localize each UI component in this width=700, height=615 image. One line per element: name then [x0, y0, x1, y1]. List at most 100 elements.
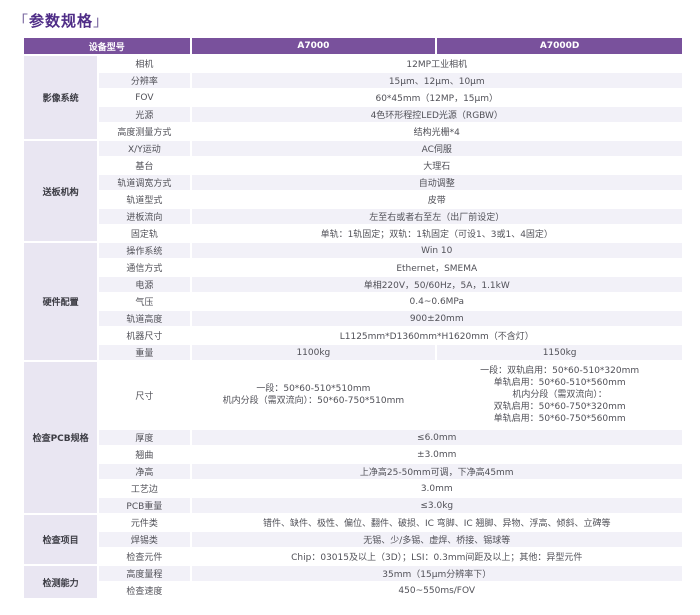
param-label: 轨道型式: [99, 192, 189, 207]
param-value: 左至右或者右至左（出厂前设定）: [192, 209, 683, 224]
table-row: 翘曲 ±3.0mm: [24, 447, 682, 462]
table-row: FOV 60*45mm（12MP，15μm）: [24, 90, 682, 105]
param-value: ≤6.0mm: [192, 430, 683, 445]
param-label: 电源: [99, 277, 189, 292]
param-value: 900±20mm: [192, 311, 683, 326]
value-line: 一段：50*60-510*510mm: [196, 383, 432, 395]
section-label-detection-capability: 检测能力: [24, 566, 97, 598]
param-value-a7000: 1100kg: [192, 345, 436, 360]
param-label: X/Y运动: [99, 141, 189, 156]
param-label: 通信方式: [99, 260, 189, 275]
section-label-inspection-pcb-spec: 检查PCB规格: [24, 362, 97, 513]
param-label: 光源: [99, 107, 189, 122]
table-row: 检查速度 450~550ms/FOV: [24, 583, 682, 598]
param-value: 12MP工业相机: [192, 56, 683, 71]
param-label: 高度量程: [99, 566, 189, 581]
title-bracket-close: 」: [93, 12, 109, 30]
param-value: L1125mm*D1360mm*H1620mm（不含灯）: [192, 328, 683, 343]
table-row: 基台 大理石: [24, 158, 682, 173]
param-value: 皮带: [192, 192, 683, 207]
section-label-inspection-items: 检查项目: [24, 515, 97, 564]
section-label-imaging-system: 影像系统: [24, 56, 97, 139]
value-line: 单轨启用：50*60-750*560mm: [441, 413, 678, 425]
table-row: 净高 上净高25-50mm可调，下净高45mm: [24, 464, 682, 479]
param-value-a7000d: 一段：双轨启用：50*60-510*320mm 单轨启用：50*60-510*5…: [437, 362, 682, 428]
param-label: FOV: [99, 90, 189, 105]
table-row: 硬件配置 操作系统 Win 10: [24, 243, 682, 258]
param-value: ≤3.0kg: [192, 498, 683, 513]
param-label: 元件类: [99, 515, 189, 530]
param-value: 35mm（15μm分辨率下）: [192, 566, 683, 581]
table-row: 检查元件 Chip：03015及以上（3D）；LSI：0.3mm间距及以上；其他…: [24, 549, 682, 564]
param-label: 检查元件: [99, 549, 189, 564]
param-label: 尺寸: [99, 362, 189, 428]
table-row: 轨道调宽方式 自动调整: [24, 175, 682, 190]
param-label: 固定轨: [99, 226, 189, 241]
table-row: 机器尺寸 L1125mm*D1360mm*H1620mm（不含灯）: [24, 328, 682, 343]
param-label: 重量: [99, 345, 189, 360]
param-label: 进板流向: [99, 209, 189, 224]
value-line: 机内分段（需双流向）：50*60-750*510mm: [196, 395, 432, 407]
table-row: 气压 0.4~0.6MPa: [24, 294, 682, 309]
spec-table: 设备型号 A7000 A7000D 影像系统 相机 12MP工业相机 分辨率 1…: [22, 36, 684, 600]
table-row: 高度测量方式 结构光栅*4: [24, 124, 682, 139]
table-row: 检查项目 元件类 错件、缺件、极性、偏位、翻件、破损、IC 弯脚、IC 翘脚、异…: [24, 515, 682, 530]
param-label: 分辨率: [99, 73, 189, 88]
table-row: 工艺边 3.0mm: [24, 481, 682, 496]
param-value: 450~550ms/FOV: [192, 583, 683, 598]
table-row: 通信方式 Ethernet，SMEMA: [24, 260, 682, 275]
page-title: 「参数规格」: [13, 10, 700, 32]
spec-page: 「参数规格」 设备型号 A7000 A7000D 影像系统 相机 12MP工业相…: [0, 10, 700, 600]
table-header-row: 设备型号 A7000 A7000D: [24, 38, 682, 54]
param-value: 4色环形程控LED光源（RGBW）: [192, 107, 683, 122]
param-value: 结构光栅*4: [192, 124, 683, 139]
table-row: 轨道高度 900±20mm: [24, 311, 682, 326]
param-value: 自动调整: [192, 175, 683, 190]
table-row: PCB重量 ≤3.0kg: [24, 498, 682, 513]
table-row: 厚度 ≤6.0mm: [24, 430, 682, 445]
param-label: 厚度: [99, 430, 189, 445]
table-row: 进板流向 左至右或者右至左（出厂前设定）: [24, 209, 682, 224]
header-a7000d: A7000D: [437, 38, 682, 54]
param-label: 焊锡类: [99, 532, 189, 547]
table-row: 焊锡类 无锡、少/多锡、虚焊、桥接、锡球等: [24, 532, 682, 547]
param-label: 机器尺寸: [99, 328, 189, 343]
value-line: 机内分段（需双流向）：: [441, 389, 678, 401]
param-value: 单轨：1轨固定；双轨：1轨固定（可设1、3或1、4固定）: [192, 226, 683, 241]
param-label: 翘曲: [99, 447, 189, 462]
param-label: 高度测量方式: [99, 124, 189, 139]
table-row: 分辨率 15μm、12μm、10μm: [24, 73, 682, 88]
param-label: 相机: [99, 56, 189, 71]
param-label: 轨道调宽方式: [99, 175, 189, 190]
param-label: 操作系统: [99, 243, 189, 258]
param-value-a7000d: 1150kg: [437, 345, 682, 360]
title-bracket-open: 「: [13, 12, 29, 30]
param-value: 单相220V，50/60Hz，5A，1.1kW: [192, 277, 683, 292]
param-label: 基台: [99, 158, 189, 173]
table-row: 电源 单相220V，50/60Hz，5A，1.1kW: [24, 277, 682, 292]
value-line: 一段：双轨启用：50*60-510*320mm: [441, 365, 678, 377]
param-value: 60*45mm（12MP，15μm）: [192, 90, 683, 105]
param-value: 上净高25-50mm可调，下净高45mm: [192, 464, 683, 479]
param-label: 气压: [99, 294, 189, 309]
table-row: 光源 4色环形程控LED光源（RGBW）: [24, 107, 682, 122]
param-label: 检查速度: [99, 583, 189, 598]
param-label: PCB重量: [99, 498, 189, 513]
header-device-model: 设备型号: [24, 38, 190, 54]
param-value: Win 10: [192, 243, 683, 258]
section-label-board-feeding: 送板机构: [24, 141, 97, 241]
param-value: Ethernet，SMEMA: [192, 260, 683, 275]
param-label: 净高: [99, 464, 189, 479]
param-value: 0.4~0.6MPa: [192, 294, 683, 309]
table-row: 检查PCB规格 尺寸 一段：50*60-510*510mm 机内分段（需双流向）…: [24, 362, 682, 428]
param-value: ±3.0mm: [192, 447, 683, 462]
header-a7000: A7000: [192, 38, 436, 54]
param-label: 工艺边: [99, 481, 189, 496]
page-title-text: 参数规格: [29, 12, 93, 30]
table-row: 检测能力 高度量程 35mm（15μm分辨率下）: [24, 566, 682, 581]
param-label: 轨道高度: [99, 311, 189, 326]
table-row: 轨道型式 皮带: [24, 192, 682, 207]
table-row: 重量 1100kg 1150kg: [24, 345, 682, 360]
table-row: 固定轨 单轨：1轨固定；双轨：1轨固定（可设1、3或1、4固定）: [24, 226, 682, 241]
table-row: 影像系统 相机 12MP工业相机: [24, 56, 682, 71]
